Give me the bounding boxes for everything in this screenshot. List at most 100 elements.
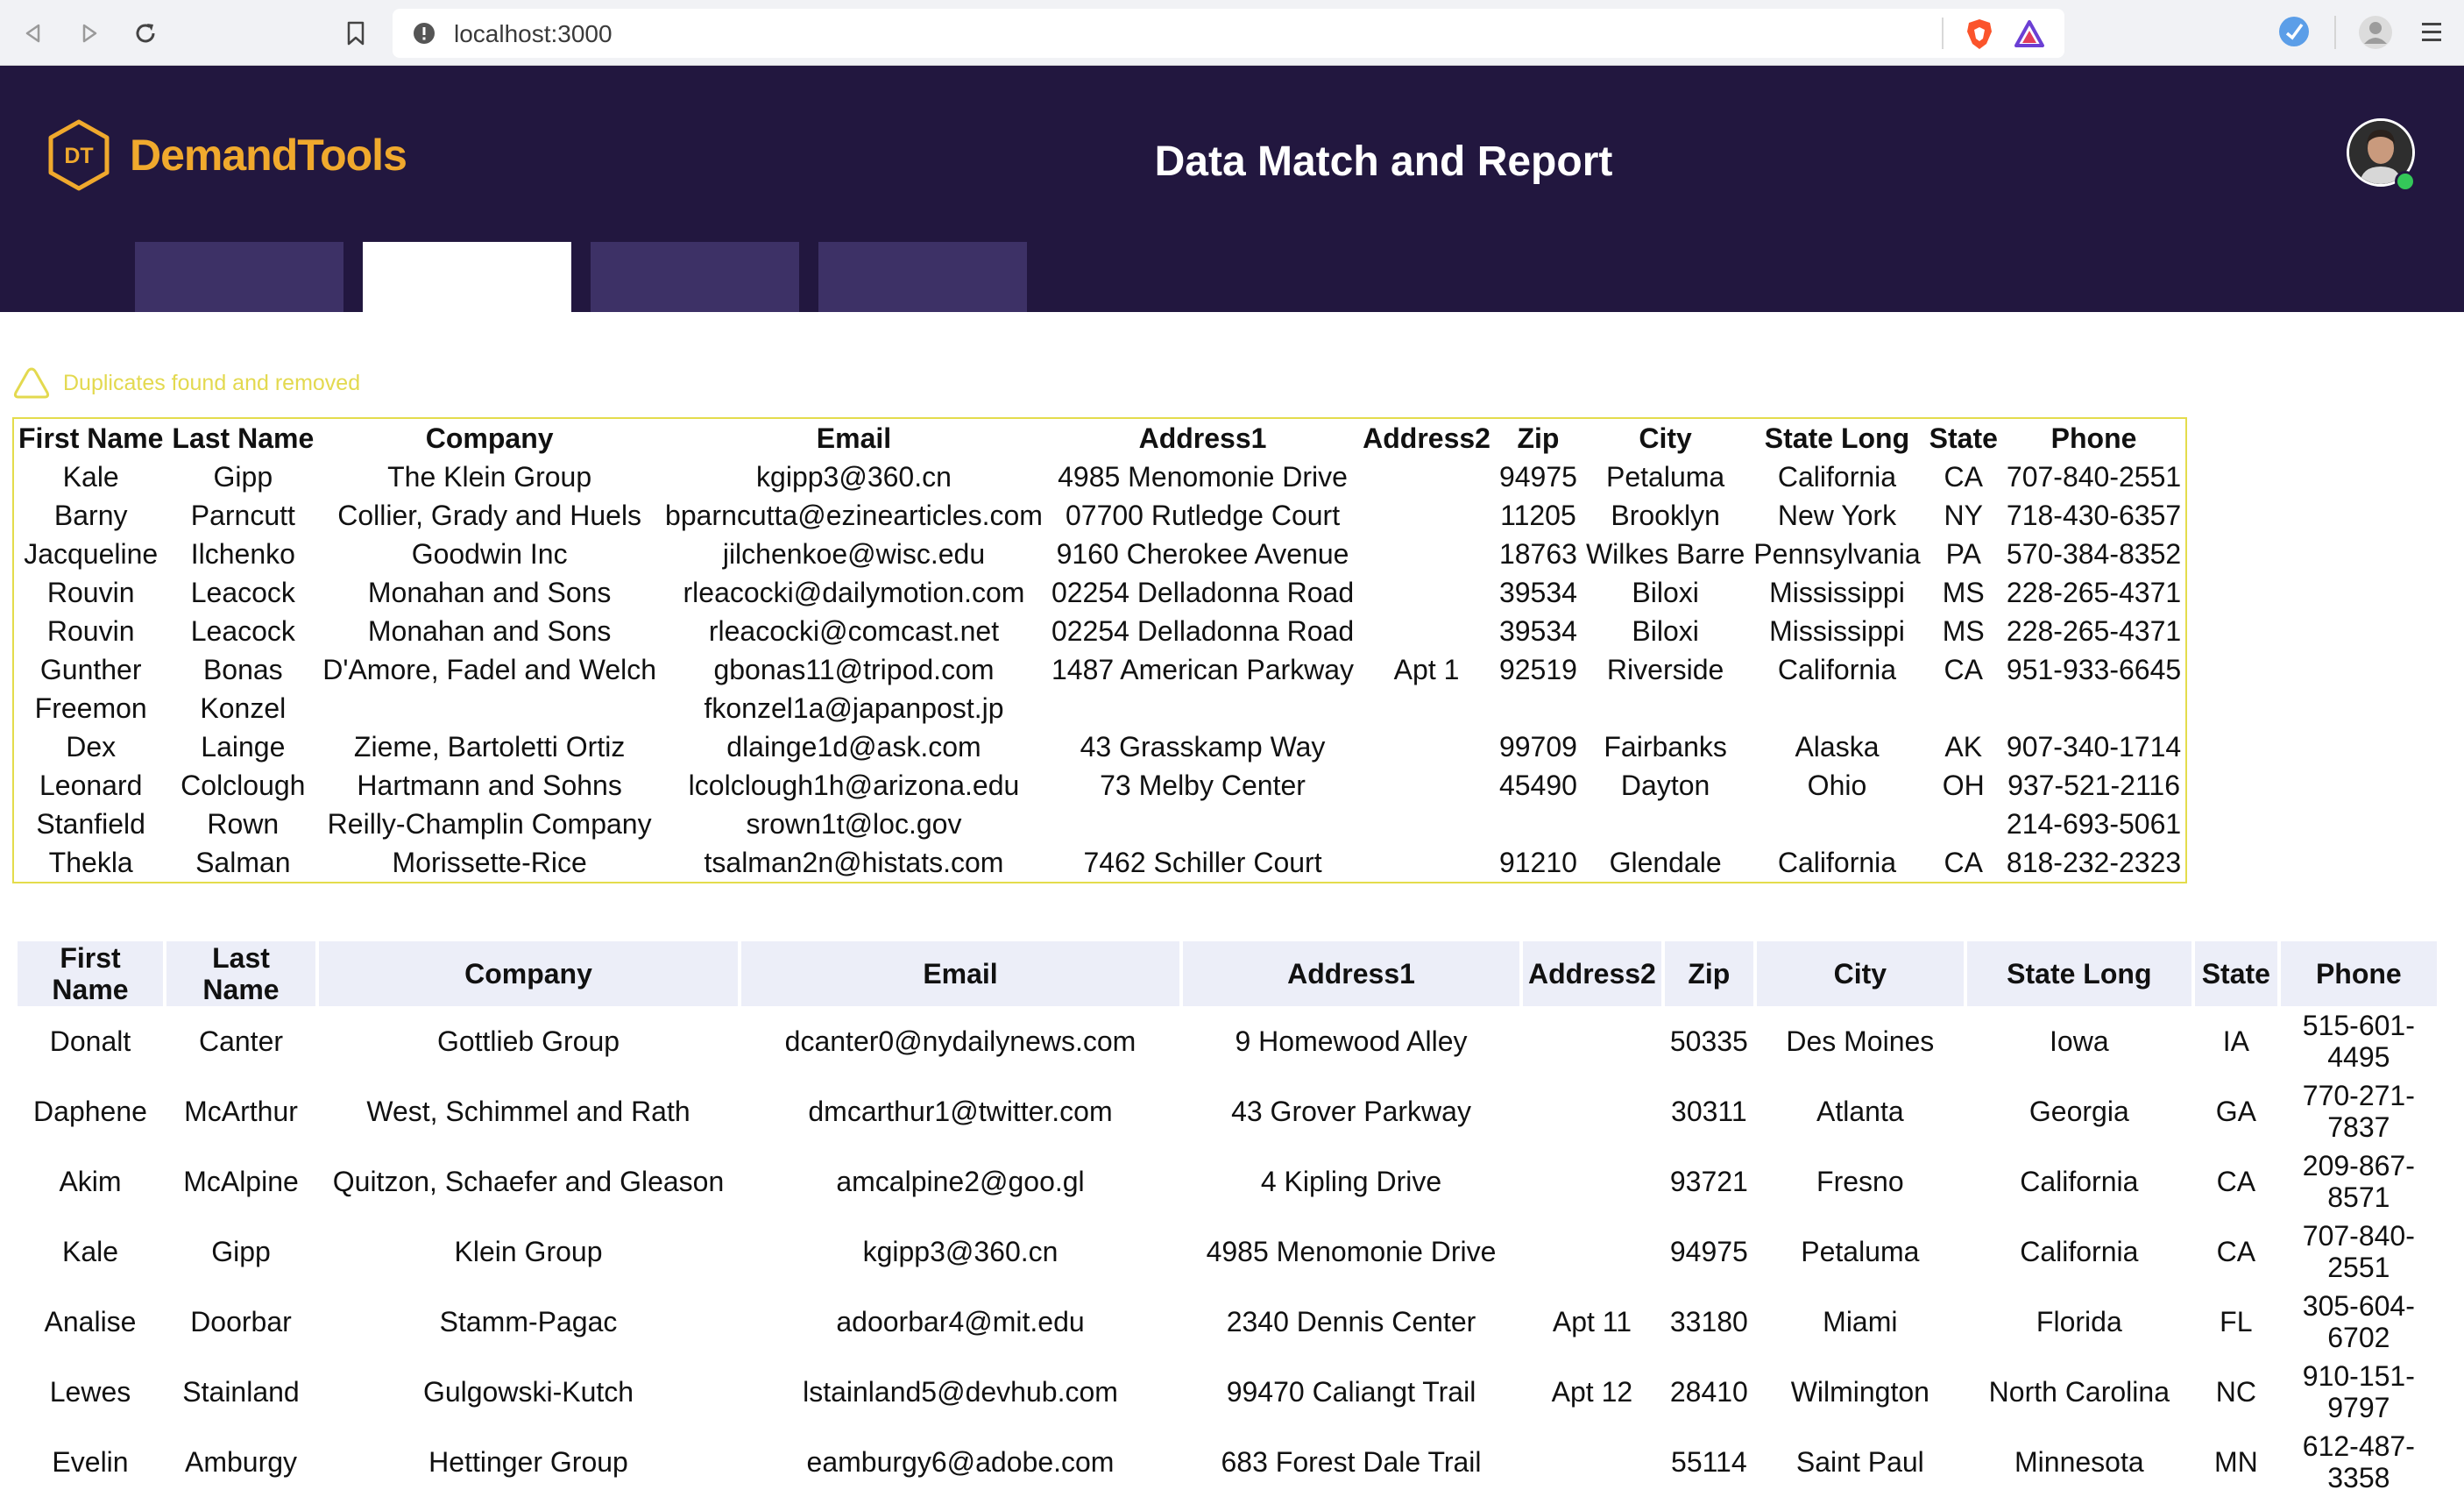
column-header-first-name[interactable]: First Name (14, 419, 167, 458)
table-row[interactable]: Daphene McArthur West, Schimmel and Rath dm… (18, 1076, 2437, 1146)
duplicate-row[interactable]: Gunther Bonas D'Amore, Fadel and Welch gbon… (14, 650, 2185, 689)
brave-rewards-icon[interactable] (2014, 19, 2045, 53)
cell-email: amcalpine2@goo.gl (836, 1166, 1085, 1197)
cell-address2 (1358, 612, 1495, 650)
column-header-first-name[interactable]: First Name (18, 941, 163, 1006)
duplicate-row[interactable]: Thekla Salman Morissette-Rice tsalman2n@his… (14, 843, 2185, 882)
column-header-address2[interactable]: Address2 (1523, 941, 1661, 1006)
column-header-zip[interactable]: Zip (1495, 419, 1582, 458)
cell-email: kgipp3@360.cn (862, 1236, 1059, 1267)
profile-icon[interactable] (2357, 14, 2394, 55)
online-status-dot (2395, 171, 2416, 192)
cell-address1: 99470 Caliangt Trail (1226, 1376, 1476, 1408)
address-bar-divider (1942, 18, 1944, 49)
cell-state-long: Mississippi (1769, 576, 1905, 608)
cell-zip: 50335 (1669, 1025, 1748, 1057)
notice-text: Duplicates found and removed (63, 370, 361, 395)
duplicate-row[interactable]: Stanfield Rown Reilly-Champlin Company srow… (14, 805, 2185, 843)
duplicate-row[interactable]: Dex Lainge Zieme, Bartoletti Ortiz dlainge1… (14, 727, 2185, 766)
cell-state: PA (1945, 537, 1981, 570)
cell-city: Petaluma (1606, 460, 1725, 493)
cell-state: MS (1942, 576, 1985, 608)
cell-state-long: California (1777, 460, 1897, 493)
cell-address2 (1358, 458, 1495, 496)
duplicate-row[interactable]: Rouvin Leacock Monahan and Sons rleacocki@d… (14, 573, 2185, 612)
bookmark-icon[interactable] (338, 16, 373, 51)
cell-company: Monahan and Sons (367, 576, 612, 608)
cell-last-name: Ilchenko (190, 537, 295, 570)
menu-icon[interactable] (2418, 18, 2445, 52)
cell-last-name: Gipp (211, 1236, 271, 1267)
column-header-address1[interactable]: Address1 (1183, 941, 1519, 1006)
duplicate-row[interactable]: Freemon Konzel fkonzel1a@japanpost.jp (14, 689, 2185, 727)
column-header-address1[interactable]: Address1 (1047, 419, 1358, 458)
column-header-state-long[interactable]: State Long (1966, 941, 2191, 1006)
cell-state-long: California (1777, 653, 1897, 685)
cell-address2 (1523, 1146, 1661, 1217)
cell-city: Atlanta (1816, 1096, 1904, 1127)
cell-state: FL (2220, 1306, 2253, 1337)
column-header-phone[interactable]: Phone (2280, 941, 2437, 1006)
column-header-last-name[interactable]: Last Name (166, 941, 315, 1006)
column-header-state-long[interactable]: State Long (1749, 419, 1924, 458)
site-info-icon[interactable] (412, 21, 436, 50)
column-header-phone[interactable]: Phone (2002, 419, 2185, 458)
duplicate-row[interactable]: Jacqueline Ilchenko Goodwin Inc jilchenkoe@… (14, 535, 2185, 573)
table-row[interactable]: Akim McAlpine Quitzon, Schaefer and Gleaso… (18, 1146, 2437, 1217)
cell-first-name: Dex (66, 730, 117, 763)
cell-company: Reilly-Champlin Company (327, 807, 652, 840)
duplicate-row[interactable]: Leonard Colclough Hartmann and Sohns lcolcl… (14, 766, 2185, 805)
column-header-city[interactable]: City (1582, 419, 1749, 458)
cell-first-name: Daphene (33, 1096, 147, 1127)
cell-company: The Klein Group (387, 460, 592, 493)
cell-zip: 33180 (1669, 1306, 1748, 1337)
reload-icon[interactable] (128, 16, 163, 51)
column-header-state[interactable]: State (1925, 419, 2002, 458)
cell-email: dcanter0@nydailynews.com (784, 1025, 1136, 1057)
cell-first-name: Leonard (39, 769, 143, 801)
cell-address1: 07700 Rutledge Court (1065, 499, 1341, 531)
forward-icon[interactable] (72, 16, 107, 51)
column-header-address2[interactable]: Address2 (1358, 419, 1495, 458)
cell-company: Morissette-Rice (392, 846, 587, 878)
tab-1[interactable] (135, 242, 343, 312)
cell-phone: 209-867-8571 (2302, 1150, 2415, 1213)
column-header-city[interactable]: City (1756, 941, 1964, 1006)
table-row[interactable]: Evelin Amburgy Hettinger Group eamburgy6@ad… (18, 1427, 2437, 1497)
cell-state: CA (1944, 460, 1983, 493)
duplicates-notice: Duplicates found and removed (12, 366, 360, 400)
brave-shields-icon[interactable] (1965, 18, 1994, 55)
table-row[interactable]: Kale Gipp Klein Group kgipp3@360.cn 4985 Men… (18, 1217, 2437, 1287)
cell-first-name: Jacqueline (24, 537, 159, 570)
cell-state-long: Minnesota (2014, 1446, 2144, 1478)
duplicate-row[interactable]: Barny Parncutt Collier, Grady and Huels bpa… (14, 496, 2185, 535)
tab-2-active[interactable] (363, 242, 571, 312)
table-row[interactable]: Donalt Canter Gottlieb Group dcanter0@nydai… (18, 1006, 2437, 1076)
url-text[interactable]: localhost:3000 (454, 20, 612, 48)
tab-3[interactable] (591, 242, 799, 312)
back-icon[interactable] (16, 16, 51, 51)
column-header-last-name[interactable]: Last Name (167, 419, 318, 458)
address-bar[interactable]: localhost:3000 (393, 9, 2064, 58)
column-header-email[interactable]: Email (661, 419, 1047, 458)
cell-address1: 4 Kipling Drive (1260, 1166, 1442, 1197)
cell-phone (2002, 689, 2185, 727)
cell-city: Des Moines (1786, 1025, 1935, 1057)
column-header-email[interactable]: Email (741, 941, 1179, 1006)
table-row[interactable]: Lewes Stainland Gulgowski-Kutch lstainland5… (18, 1357, 2437, 1427)
cell-state: IA (2222, 1025, 2249, 1057)
tab-4[interactable] (818, 242, 1027, 312)
column-header-state[interactable]: State (2194, 941, 2277, 1006)
duplicate-row[interactable]: Kale Gipp The Klein Group kgipp3@360.cn 4985… (14, 458, 2185, 496)
column-header-company[interactable]: Company (319, 941, 738, 1006)
cell-state: NC (2215, 1376, 2256, 1408)
cell-last-name: Leacock (190, 614, 295, 647)
duplicate-row[interactable]: Rouvin Leacock Monahan and Sons rleacocki@c… (14, 612, 2185, 650)
column-header-company[interactable]: Company (318, 419, 661, 458)
cell-company: Quitzon, Schaefer and Gleason (332, 1166, 725, 1197)
extension-icon[interactable] (2276, 14, 2312, 53)
table-row[interactable]: Analise Doorbar Stamm-Pagac adoorbar4@mit.e… (18, 1287, 2437, 1357)
cell-zip: 94975 (1498, 460, 1577, 493)
column-header-zip[interactable]: Zip (1664, 941, 1753, 1006)
duplicates-table: First Name Last Name Company Email Address1 A… (14, 419, 2185, 882)
